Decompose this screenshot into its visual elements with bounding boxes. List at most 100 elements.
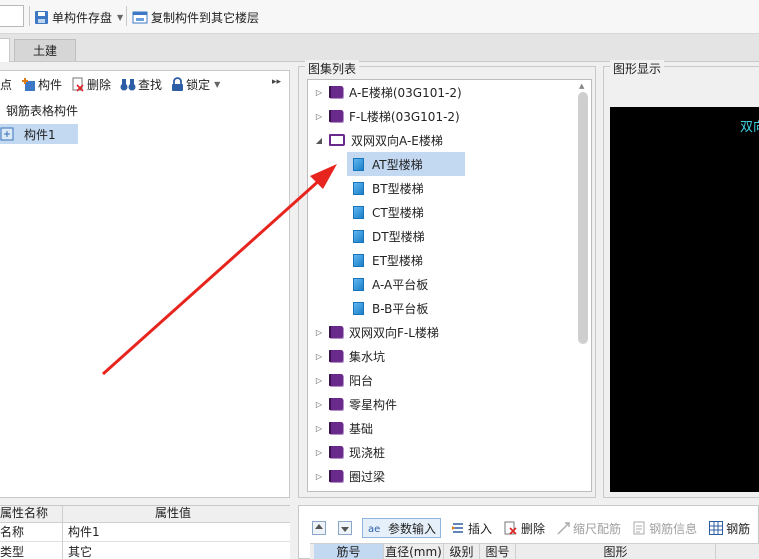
collapse-icon[interactable]: ◢ xyxy=(313,136,325,145)
lock-component-button[interactable]: 锁定 ▼ xyxy=(171,76,220,93)
expand-icon[interactable]: ▷ xyxy=(313,88,325,97)
rebar-info-label: 钢筋信息 xyxy=(649,521,698,536)
find-component-label: 查找 xyxy=(138,77,163,92)
book-icon xyxy=(329,326,343,338)
document-icon xyxy=(353,181,364,195)
expand-icon[interactable]: ▷ xyxy=(313,352,325,361)
rebar-library-button[interactable]: 钢筋 xyxy=(707,518,752,538)
book-icon xyxy=(329,110,343,122)
expand-icon[interactable]: ▷ xyxy=(313,376,325,385)
column-header-figure-no[interactable]: 图号 xyxy=(480,544,516,559)
toolbar-separator xyxy=(126,6,127,26)
prop-name-cell: 名称 xyxy=(0,525,25,539)
atlas-item-label: CT型楼梯 xyxy=(372,205,424,220)
tree-root-label: 钢筋表格构件 xyxy=(6,103,79,118)
expand-icon[interactable]: ▷ xyxy=(313,448,325,457)
column-header-shape[interactable]: 图形 xyxy=(516,544,716,559)
atlas-items: ▷ A-E楼梯(03G101-2) ▷ F-L楼梯(03G101-2) ◢ 双网双向A… xyxy=(313,80,575,488)
expand-icon[interactable]: ▷ xyxy=(313,328,325,337)
atlas-item-label: 基础 xyxy=(349,421,374,436)
toolbar-separator xyxy=(29,6,30,26)
component-icon xyxy=(0,127,14,141)
book-icon xyxy=(329,374,343,386)
atlas-item-cast-pile[interactable]: ▷ 现浇桩 xyxy=(313,440,575,464)
delete-component-label: 删除 xyxy=(87,77,112,92)
insert-label: 插入 xyxy=(468,521,493,536)
floor-select[interactable] xyxy=(0,5,24,27)
document-icon xyxy=(353,301,364,315)
atlas-item-double-ae[interactable]: ◢ 双网双向A-E楼梯 xyxy=(313,128,575,152)
tab-active-partial[interactable] xyxy=(0,38,10,62)
parameter-input-icon: ae xyxy=(368,524,380,535)
open-book-icon xyxy=(329,134,345,146)
rebar-info-button[interactable]: 钢筋信息 xyxy=(631,518,699,538)
atlas-subitem-aa[interactable]: A-A平台板 xyxy=(313,272,575,296)
rebar-library-label: 钢筋 xyxy=(726,521,751,536)
atlas-item-fl-stair[interactable]: ▷ F-L楼梯(03G101-2) xyxy=(313,104,575,128)
atlas-item-label: ET型楼梯 xyxy=(372,253,423,268)
atlas-item-label: A-E楼梯(03G101-2) xyxy=(349,85,462,100)
atlas-item-sump[interactable]: ▷ 集水坑 xyxy=(313,344,575,368)
tab-civil-label: 土建 xyxy=(32,44,57,58)
atlas-item-ae-stair[interactable]: ▷ A-E楼梯(03G101-2) xyxy=(313,80,575,104)
tab-civil[interactable]: 土建 xyxy=(14,39,76,61)
new-component-icon xyxy=(22,77,36,91)
expand-icon[interactable]: ▷ xyxy=(313,472,325,481)
tree-item-component1[interactable]: 构件1 xyxy=(0,124,78,144)
parameter-input-button[interactable]: ae 参数输入 xyxy=(362,518,442,538)
lock-component-label: 锁定 xyxy=(186,77,211,92)
atlas-item-misc[interactable]: ▷ 零星构件 xyxy=(313,392,575,416)
atlas-subitem-at[interactable]: AT型楼梯 xyxy=(313,152,575,176)
component-toolbar: 点 构件 删除 查找 锁定 ▼ xyxy=(0,72,289,96)
prop-value-cell[interactable]: 其它 xyxy=(68,543,92,559)
atlas-subitem-et[interactable]: ET型楼梯 xyxy=(313,248,575,272)
point-button[interactable]: 点 xyxy=(0,76,12,93)
column-header-diameter[interactable]: 直径(mm) xyxy=(384,544,444,559)
atlas-item-label: 现浇桩 xyxy=(349,445,386,460)
new-component-button[interactable]: 构件 xyxy=(21,76,62,93)
atlas-item-ring-beam[interactable]: ▷ 圈过梁 xyxy=(313,464,575,488)
scale-rebar-button[interactable]: 缩尺配筋 xyxy=(555,518,623,538)
atlas-item-label: A-A平台板 xyxy=(372,277,429,292)
find-component-button[interactable]: 查找 xyxy=(120,76,162,93)
save-icon xyxy=(35,10,48,24)
scroll-up-icon[interactable]: ▲ xyxy=(579,82,584,90)
column-header-grade[interactable]: 级别 xyxy=(444,544,480,559)
insert-icon xyxy=(452,523,464,533)
atlas-scrollbar[interactable] xyxy=(578,92,588,344)
atlas-item-balcony[interactable]: ▷ 阳台 xyxy=(313,368,575,392)
atlas-subitem-bb[interactable]: B-B平台板 xyxy=(313,296,575,320)
parameter-input-label: 参数输入 xyxy=(388,521,437,536)
delete-component-button[interactable]: 删除 xyxy=(71,76,111,93)
expand-icon[interactable]: ▷ xyxy=(313,424,325,433)
graphic-canvas[interactable] xyxy=(610,107,759,492)
point-label: 点 xyxy=(0,77,13,92)
copy-to-floor-button[interactable]: 复制构件到其它楼层 xyxy=(132,7,259,27)
delete-row-button[interactable]: 删除 xyxy=(502,518,547,538)
tree-root[interactable]: 钢筋表格构件 xyxy=(0,100,78,120)
copy-floor-icon xyxy=(132,11,148,23)
prop-name-cell: 类型 xyxy=(0,545,25,559)
atlas-item-double-fl[interactable]: ▷ 双网双向F-L楼梯 xyxy=(313,320,575,344)
atlas-item-label: 阳台 xyxy=(349,373,374,388)
chevron-down-icon[interactable]: ▼ xyxy=(214,80,220,89)
atlas-subitem-bt[interactable]: BT型楼梯 xyxy=(313,176,575,200)
chevron-down-icon[interactable]: ▼ xyxy=(117,13,123,22)
move-down-button[interactable] xyxy=(336,518,354,538)
save-component-button[interactable]: 单构件存盘 ▼ xyxy=(34,7,123,27)
prop-value-cell[interactable]: 构件1 xyxy=(68,523,100,542)
rebar-table-header: 筋号 直径(mm) 级别 图号 图形 xyxy=(310,543,759,559)
atlas-list[interactable]: ▷ A-E楼梯(03G101-2) ▷ F-L楼梯(03G101-2) ◢ 双网双向A… xyxy=(307,79,592,492)
atlas-item-foundation[interactable]: ▷ 基础 xyxy=(313,416,575,440)
atlas-subitem-ct[interactable]: CT型楼梯 xyxy=(313,200,575,224)
move-up-button[interactable] xyxy=(310,518,328,538)
column-header-bar-no[interactable]: 筋号 xyxy=(314,544,384,559)
atlas-item-label: 集水坑 xyxy=(349,349,386,364)
expand-icon[interactable]: ▷ xyxy=(313,400,325,409)
book-icon xyxy=(329,86,343,98)
expand-icon[interactable]: ▷ xyxy=(313,112,325,121)
more-tools-icon[interactable]: ▸▸ xyxy=(272,77,281,87)
book-icon xyxy=(329,470,343,482)
atlas-subitem-dt[interactable]: DT型楼梯 xyxy=(313,224,575,248)
insert-button[interactable]: 插入 xyxy=(449,518,494,538)
